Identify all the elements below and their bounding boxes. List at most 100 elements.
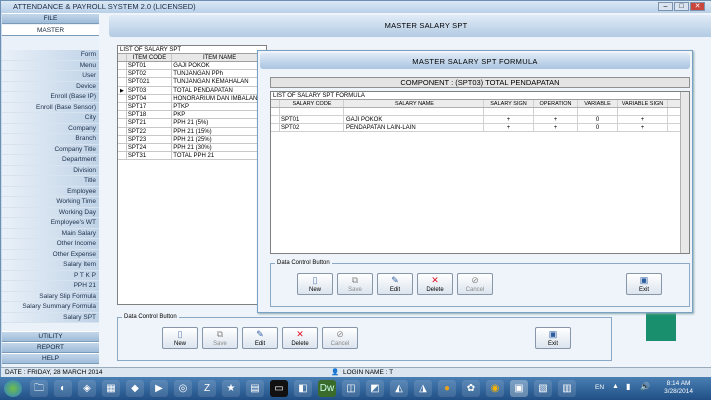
app-icon-8[interactable]: ▤ <box>246 380 264 397</box>
sidebar-item-branch[interactable]: Branch <box>2 134 99 145</box>
explorer-icon[interactable]: 🗀 <box>30 380 48 397</box>
app-icon-10[interactable]: ◫ <box>342 380 360 397</box>
dreamweaver-icon[interactable]: Dw <box>318 380 336 397</box>
sidebar-section-master[interactable]: MASTER <box>2 25 99 36</box>
form1-delete-button[interactable]: ✕ Delete <box>282 327 318 349</box>
sidebar-section-file[interactable]: FILE <box>2 13 99 24</box>
sidebar-item-employee-s-wt[interactable]: Employee's WT <box>2 218 99 229</box>
form2-cancel-button[interactable]: ⊘ Cancel <box>457 273 493 295</box>
sidebar-item-salary-slip-formula[interactable]: Salary Slip Formula <box>2 291 99 302</box>
col-salary-sign[interactable]: SALARY SIGN <box>484 100 534 107</box>
sidebar-item-employee[interactable]: Employee <box>2 186 99 197</box>
sidebar-item-menu[interactable]: Menu <box>2 60 99 71</box>
sidebar-item-company-title[interactable]: Company Title <box>2 144 99 155</box>
app-icon-16[interactable]: ▥ <box>558 380 576 397</box>
form2-delete-button[interactable]: ✕ Delete <box>417 273 453 295</box>
app-icon-11[interactable]: ◩ <box>366 380 384 397</box>
tray-chevron-icon[interactable]: ▲ <box>612 383 619 390</box>
grid2-scrollbar[interactable] <box>680 92 689 253</box>
sidebar-item-salary-summary-formula[interactable]: Salary Summary Formula <box>2 302 99 313</box>
app-icon-9[interactable]: ◧ <box>294 380 312 397</box>
spt-formula-grid[interactable]: LIST OF SALARY SPT FORMULA SALARY CODE S… <box>270 91 690 254</box>
table-row[interactable]: SPT04 HONORARIUM DAN IMBALAN LAIN <box>118 94 266 103</box>
app-icon-2[interactable]: ◈ <box>78 380 96 397</box>
col-variable-sign[interactable]: VARIABLE SIGN <box>618 100 668 107</box>
app-icon-15[interactable]: ▧ <box>534 380 552 397</box>
table-row[interactable]: SPT18 PKP <box>118 111 266 120</box>
start-button[interactable] <box>4 380 22 397</box>
table-row[interactable]: SPT01 GAJI POKOK + +0 + <box>271 116 689 124</box>
chrome-icon[interactable]: ◉ <box>486 380 504 397</box>
form2-edit-button[interactable]: ✎ Edit <box>377 273 413 295</box>
payroll-app-taskbar-icon[interactable]: ▣ <box>510 380 528 397</box>
table-row[interactable]: SPT31 TOTAL PPH 21 <box>118 152 266 161</box>
minimize-button[interactable]: – <box>658 2 673 11</box>
close-button[interactable]: ✕ <box>690 2 705 11</box>
network-icon[interactable]: ▮ <box>626 382 630 391</box>
sidebar-item-other-income[interactable]: Other Income <box>2 239 99 250</box>
sidebar-item-main-salary[interactable]: Main Salary <box>2 228 99 239</box>
sidebar-section-report[interactable]: REPORT <box>2 342 99 353</box>
table-row[interactable]: SPT22 PPH 21 (15%) <box>118 127 266 136</box>
table-row[interactable]: ▶ SPT03 TOTAL PENDAPATAN <box>118 86 266 95</box>
form2-exit-button[interactable]: ▣ Exit <box>626 273 662 295</box>
table-row[interactable]: SPT02 TUNJANGAN PPh <box>118 70 266 79</box>
form2-new-button[interactable]: ▯ New <box>297 273 333 295</box>
app-icon-1[interactable]: ◐ <box>54 380 72 397</box>
sidebar-item-working-time[interactable]: Working Time <box>2 197 99 208</box>
app-icon-6[interactable]: Z <box>198 380 216 397</box>
maximize-button[interactable]: □ <box>674 2 689 11</box>
col-salary-code[interactable]: SALARY CODE <box>280 100 344 107</box>
sidebar-item-enroll-base-ip[interactable]: Enroll (Base IP) <box>2 92 99 103</box>
col-item-name[interactable]: ITEM NAME <box>172 54 266 61</box>
table-row[interactable]: SPT17 PTKP <box>118 102 266 112</box>
salary-spt-grid[interactable]: LIST OF SALARY SPT ITEM CODE ITEM NAME S… <box>117 45 267 305</box>
sidebar-item-other-expense[interactable]: Other Expense <box>2 249 99 260</box>
form2-save-button[interactable]: ⧉ Save <box>337 273 373 295</box>
sidebar-item-form[interactable]: Form <box>2 50 99 61</box>
sidebar-item-department[interactable]: Department <box>2 155 99 166</box>
table-row[interactable]: SPT24 PPH 21 (30%) <box>118 143 266 153</box>
form1-cancel-button[interactable]: ⊘ Cancel <box>322 327 358 349</box>
volume-icon[interactable]: 🔊 <box>640 382 650 391</box>
sidebar-item-pph-21[interactable]: PPH 21 <box>2 281 99 292</box>
form1-save-button[interactable]: ⧉ Save <box>202 327 238 349</box>
form1-exit-button[interactable]: ▣ Exit <box>535 327 571 349</box>
sidebar-item-title[interactable]: Title <box>2 176 99 187</box>
table-row[interactable]: SPT01 GAJI POKOK <box>118 62 266 71</box>
app-icon-5[interactable]: ◎ <box>174 380 192 397</box>
table-row[interactable]: SPT23 PPH 21 (25%) <box>118 135 266 144</box>
col-operation[interactable]: OPERATION <box>534 100 578 107</box>
form1-edit-button[interactable]: ✎ Edit <box>242 327 278 349</box>
app-icon-7[interactable]: ★ <box>222 380 240 397</box>
table-row[interactable]: SPT21 PPH 21 (5%) <box>118 119 266 128</box>
col-variable[interactable]: VARIABLE <box>578 100 618 107</box>
media-icon[interactable]: ▶ <box>150 380 168 397</box>
col-salary-name[interactable]: SALARY NAME <box>344 100 484 107</box>
app-icon-3[interactable]: ▦ <box>102 380 120 397</box>
sidebar-item-device[interactable]: Device <box>2 81 99 92</box>
col-item-code[interactable]: ITEM CODE <box>127 54 173 61</box>
table-row[interactable]: SPT021 TUNJANGAN KEMAHALAN <box>118 78 266 87</box>
sidebar-item-p-t-k-p[interactable]: P T K P <box>2 270 99 281</box>
app-icon-14[interactable]: ✿ <box>462 380 480 397</box>
sidebar-item-salary-item[interactable]: Salary Item <box>2 260 99 271</box>
app-icon-4[interactable]: ◆ <box>126 380 144 397</box>
firefox-icon[interactable]: ● <box>438 380 456 397</box>
sidebar-item-user[interactable]: User <box>2 71 99 82</box>
terminal-icon[interactable]: ▭ <box>270 380 288 397</box>
form1-new-button[interactable]: ▯ New <box>162 327 198 349</box>
sidebar-item-working-day[interactable]: Working Day <box>2 207 99 218</box>
clock[interactable]: 8:14 AM 3/28/2014 <box>664 380 693 396</box>
sidebar-item-division[interactable]: Division <box>2 165 99 176</box>
table-row[interactable]: SPT02 PENDAPATAN LAIN-LAIN + +0 + <box>271 124 689 132</box>
language-indicator[interactable]: EN <box>595 384 604 391</box>
grid2-new-row[interactable] <box>271 108 689 116</box>
sidebar-item-city[interactable]: City <box>2 113 99 124</box>
sidebar-item-salary-spt[interactable]: Salary SPT <box>2 312 99 323</box>
app-icon-12[interactable]: ◭ <box>390 380 408 397</box>
sidebar-item-company[interactable]: Company <box>2 123 99 134</box>
sidebar-section-help[interactable]: HELP <box>2 353 99 364</box>
sidebar-section-utility[interactable]: UTILITY <box>2 331 99 342</box>
sidebar-item-enroll-base-sensor[interactable]: Enroll (Base Sensor) <box>2 102 99 113</box>
